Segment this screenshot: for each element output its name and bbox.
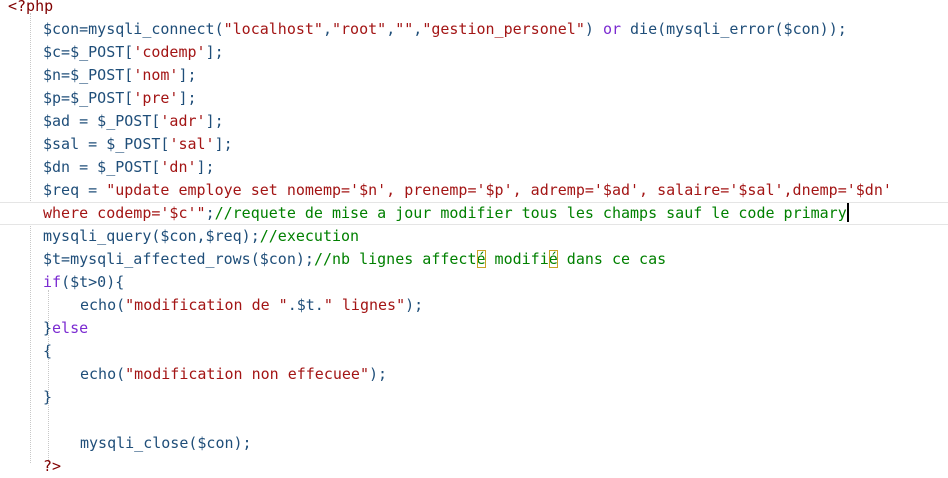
code-token: } bbox=[43, 388, 53, 406]
code-token: ]; bbox=[178, 66, 197, 84]
code-token: $con=mysqli_connect( bbox=[43, 20, 224, 38]
code-token: $req = bbox=[43, 181, 107, 199]
code-token: , bbox=[322, 20, 332, 38]
code-line[interactable]: $n=$_POST['nom']; bbox=[0, 64, 948, 87]
code-token: 'codemp' bbox=[133, 43, 206, 61]
code-token: $p=$_POST[ bbox=[43, 89, 134, 107]
code-line[interactable]: mysqli_query($con,$req);//execution bbox=[0, 225, 948, 248]
text-cursor bbox=[846, 203, 849, 222]
code-line[interactable]: $sal = $_POST['sal']; bbox=[0, 133, 948, 156]
code-line[interactable]: $con=mysqli_connect("localhost","root","… bbox=[0, 18, 948, 41]
code-token: //execution bbox=[259, 227, 360, 245]
code-token: "update employe set nomemp='$n', prenemp… bbox=[106, 181, 892, 199]
code-token: modifi bbox=[485, 250, 549, 268]
code-token: $dn = $_POST[ bbox=[43, 158, 161, 176]
code-token: else bbox=[52, 319, 89, 337]
code-line[interactable]: $p=$_POST['pre']; bbox=[0, 87, 948, 110]
code-token: dans ce cas bbox=[557, 250, 667, 268]
bracket-match-highlight: é bbox=[548, 250, 558, 268]
code-line[interactable]: ?> bbox=[0, 455, 948, 478]
code-token: ?> bbox=[43, 457, 62, 475]
code-line[interactable]: $dn = $_POST['dn']; bbox=[0, 156, 948, 179]
code-token: 'sal' bbox=[169, 135, 215, 153]
code-token: echo( bbox=[80, 296, 126, 314]
code-token: ); bbox=[405, 296, 424, 314]
code-token: "gestion_personel" bbox=[422, 20, 585, 38]
code-token: 'adr' bbox=[160, 112, 206, 130]
code-token: ]; bbox=[196, 158, 215, 176]
code-token: <?php bbox=[8, 0, 54, 15]
code-editor[interactable]: <?php $con=mysqli_connect("localhost","ro… bbox=[0, 0, 948, 476]
code-token: "modification de " bbox=[125, 296, 288, 314]
code-line[interactable]: echo("modification non effecuee"); bbox=[0, 363, 948, 386]
code-token: ($t>0){ bbox=[61, 273, 125, 291]
code-token: 'dn' bbox=[160, 158, 197, 176]
code-token: "root" bbox=[332, 20, 387, 38]
code-token: where codemp='$c'" bbox=[43, 204, 206, 222]
code-line[interactable]: { bbox=[0, 340, 948, 363]
code-line[interactable]: $t=mysqli_affected_rows($con);//nb ligne… bbox=[0, 248, 948, 271]
code-line[interactable]: }else bbox=[0, 317, 948, 340]
code-line[interactable]: echo("modification de ".$t." lignes"); bbox=[0, 294, 948, 317]
code-token: echo( bbox=[80, 365, 126, 383]
code-token: { bbox=[43, 342, 53, 360]
code-line[interactable]: $req = "update employe set nomemp='$n', … bbox=[0, 179, 948, 202]
code-token: ]; bbox=[205, 112, 224, 130]
code-token: ]; bbox=[178, 89, 197, 107]
code-token: //requete de mise a jour modifier tous l… bbox=[214, 204, 847, 222]
code-line[interactable] bbox=[0, 409, 948, 432]
code-token: 'nom' bbox=[133, 66, 179, 84]
code-token: "modification non effecuee" bbox=[125, 365, 369, 383]
code-token: $c=$_POST[ bbox=[43, 43, 134, 61]
code-token: mysqli_close($con); bbox=[80, 434, 252, 452]
code-token: ) bbox=[584, 20, 603, 38]
code-token: , bbox=[413, 20, 423, 38]
code-token: 'pre' bbox=[133, 89, 179, 107]
code-token: ); bbox=[369, 365, 388, 383]
code-token: $t=mysqli_affected_rows($con); bbox=[43, 250, 314, 268]
code-line[interactable]: $c=$_POST['codemp']; bbox=[0, 41, 948, 64]
code-line[interactable]: <?php bbox=[0, 0, 948, 18]
code-token: } bbox=[43, 319, 53, 337]
bracket-match-highlight: é bbox=[476, 250, 486, 268]
code-line[interactable]: } bbox=[0, 386, 948, 409]
code-token: die(mysqli_error($con)); bbox=[621, 20, 847, 38]
code-token: $ad = $_POST[ bbox=[43, 112, 161, 130]
code-token: "localhost" bbox=[223, 20, 323, 38]
code-token: " lignes" bbox=[323, 296, 406, 314]
code-token: or bbox=[602, 20, 621, 38]
code-token: //nb lignes affect bbox=[313, 250, 477, 268]
code-line[interactable]: where codemp='$c'";//requete de mise a j… bbox=[0, 202, 948, 225]
code-token: ; bbox=[205, 204, 215, 222]
code-line[interactable]: if($t>0){ bbox=[0, 271, 948, 294]
code-token: .$t. bbox=[287, 296, 324, 314]
code-line[interactable]: mysqli_close($con); bbox=[0, 432, 948, 455]
code-token: mysqli_query($con,$req); bbox=[43, 227, 260, 245]
code-token: , bbox=[386, 20, 396, 38]
code-token: $n=$_POST[ bbox=[43, 66, 134, 84]
code-token: $sal = $_POST[ bbox=[43, 135, 170, 153]
code-token: ]; bbox=[214, 135, 233, 153]
code-line[interactable]: $ad = $_POST['adr']; bbox=[0, 110, 948, 133]
code-token: ]; bbox=[205, 43, 224, 61]
code-token: "" bbox=[395, 20, 414, 38]
code-token: if bbox=[43, 273, 62, 291]
